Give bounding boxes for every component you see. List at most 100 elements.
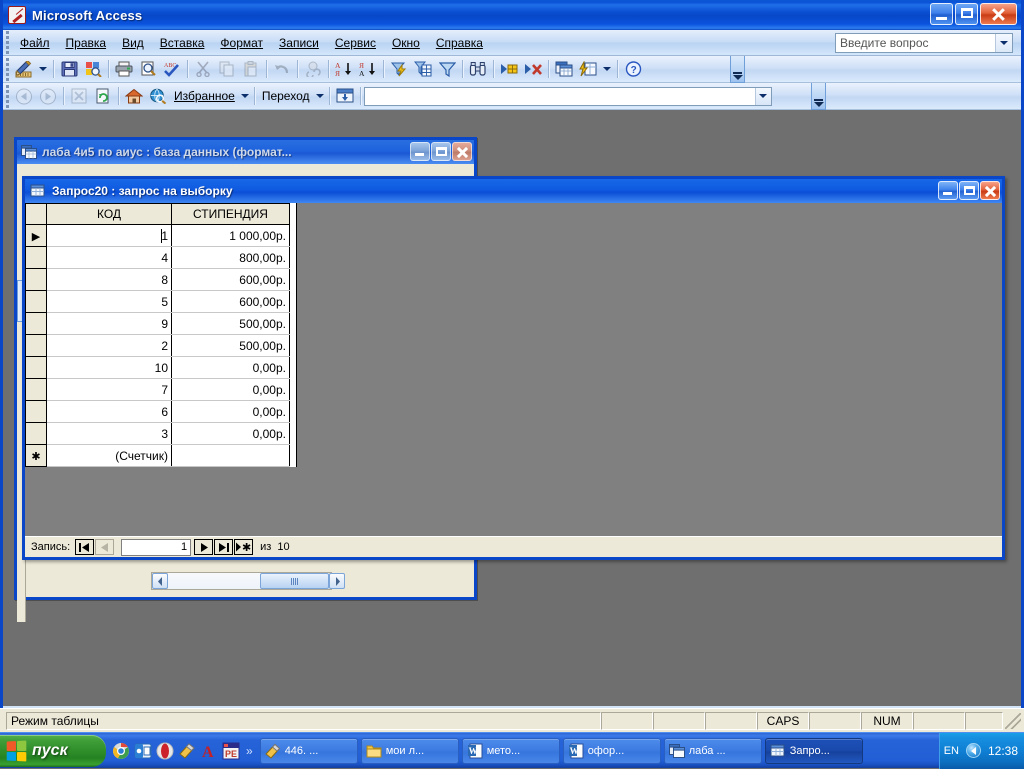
table-row[interactable]: 9 500,00р. [26, 313, 290, 335]
database-close-icon[interactable] [452, 142, 472, 161]
application-titlebar[interactable]: Microsoft Access [3, 0, 1021, 30]
quicklaunch-more-icon[interactable]: » [246, 744, 253, 758]
acrobat-icon[interactable]: A [200, 742, 218, 760]
row-selector[interactable] [26, 401, 47, 423]
scroll-right-icon[interactable] [329, 573, 345, 589]
close-icon[interactable] [980, 3, 1017, 25]
taskbar-item-database[interactable]: лаба ... [664, 738, 762, 764]
scroll-left-icon[interactable] [152, 573, 168, 589]
first-record-icon[interactable] [75, 539, 94, 555]
cell-stipendiya[interactable]: 1 000,00р. [172, 225, 290, 247]
column-header-stipendiya[interactable]: СТИПЕНДИЯ [172, 204, 290, 225]
refresh-icon[interactable] [91, 85, 115, 108]
row-selector[interactable] [26, 423, 47, 445]
toolbar-main-grip[interactable] [3, 56, 12, 82]
start-button[interactable]: пуск [0, 735, 106, 767]
filter-lightning-icon[interactable] [387, 58, 411, 81]
taskbar-item-winamp[interactable]: 446. ... [260, 738, 358, 764]
magnifier-page-icon[interactable] [136, 58, 160, 81]
view-dropdown-chevron-down-icon[interactable] [36, 58, 50, 81]
cell-stipendiya[interactable]: 800,00р. [172, 247, 290, 269]
database-restore-icon[interactable] [431, 142, 451, 161]
database-minimize-icon[interactable] [410, 142, 430, 161]
cell-kod-new[interactable]: (Счетчик) [47, 445, 172, 467]
table-row[interactable]: 5 600,00р. [26, 291, 290, 313]
printer-icon[interactable] [112, 58, 136, 81]
query-close-icon[interactable] [980, 181, 1000, 200]
cell-stipendiya[interactable]: 0,00р. [172, 401, 290, 423]
powerpoint-icon[interactable]: PE [222, 742, 240, 760]
taskbar-item-word-1[interactable]: W мето... [462, 738, 560, 764]
table-row-new[interactable]: ✱ (Счетчик) [26, 445, 290, 467]
clock[interactable]: 12:38 [988, 744, 1018, 758]
query-window-titlebar[interactable]: Запрос20 : запрос на выборку [25, 179, 1002, 203]
show-hidden-icons-icon[interactable] [966, 743, 981, 758]
sort-descending-icon[interactable]: Я А [356, 58, 380, 81]
menu-records[interactable]: Записи [271, 33, 327, 53]
table-row[interactable]: 4 800,00р. [26, 247, 290, 269]
query-minimize-icon[interactable] [938, 181, 958, 200]
cell-kod[interactable]: 5 [47, 291, 172, 313]
outlook-icon[interactable] [134, 742, 152, 760]
database-window-titlebar[interactable]: лаба 4и5 по аиус : база данных (формат..… [17, 140, 474, 164]
cell-kod[interactable]: 7 [47, 379, 172, 401]
cell-stipendiya[interactable]: 500,00р. [172, 335, 290, 357]
menu-tools[interactable]: Сервис [327, 33, 384, 53]
new-object-chevron-down-icon[interactable] [600, 58, 614, 81]
table-row[interactable]: 10 0,00р. [26, 357, 290, 379]
cell-stipendiya[interactable]: 0,00р. [172, 423, 290, 445]
next-record-icon[interactable] [194, 539, 213, 555]
cell-stipendiya[interactable]: 600,00р. [172, 269, 290, 291]
menu-format[interactable]: Формат [212, 33, 271, 53]
ask-a-question-box[interactable]: Введите вопрос [835, 33, 1013, 53]
language-indicator[interactable]: EN [944, 745, 959, 757]
cell-kod[interactable]: 10 [47, 357, 172, 379]
current-record-input[interactable]: 1 [121, 539, 191, 556]
chevron-down-icon[interactable] [995, 34, 1012, 52]
menubar-grip[interactable] [3, 30, 12, 55]
row-selector[interactable] [26, 335, 47, 357]
cell-kod[interactable]: 3 [47, 423, 172, 445]
query-window[interactable]: Запрос20 : запрос на выборку КОД СТИП [22, 176, 1005, 560]
cell-kod[interactable]: 6 [47, 401, 172, 423]
address-chevron-down-icon[interactable] [755, 88, 771, 105]
delete-record-icon[interactable] [521, 58, 545, 81]
address-input[interactable] [364, 87, 772, 106]
filter-form-icon[interactable] [411, 58, 435, 81]
table-row[interactable]: 8 600,00р. [26, 269, 290, 291]
globe-search-icon[interactable] [146, 85, 170, 108]
taskbar-item-folder[interactable]: мои л... [361, 738, 459, 764]
menu-insert[interactable]: Вставка [152, 33, 213, 53]
table-row[interactable]: 2 500,00р. [26, 335, 290, 357]
goto-button[interactable]: Переход [258, 89, 314, 103]
cell-stipendiya[interactable]: 600,00р. [172, 291, 290, 313]
start-page-icon[interactable] [333, 85, 357, 108]
favorites-chevron-down-icon[interactable] [239, 85, 251, 108]
database-horizontal-scrollbar[interactable] [151, 572, 332, 590]
database-window-icon[interactable] [552, 58, 576, 81]
toolbar-web-grip[interactable] [3, 83, 12, 109]
taskbar-item-query[interactable]: Запро... [765, 738, 863, 764]
home-icon[interactable] [122, 85, 146, 108]
menu-view[interactable]: Вид [114, 33, 152, 53]
toolbar-options-icon[interactable] [730, 56, 745, 83]
goto-chevron-down-icon[interactable] [314, 85, 326, 108]
floppy-disk-icon[interactable] [57, 58, 81, 81]
cell-stipendiya-new[interactable] [172, 445, 290, 467]
row-selector[interactable] [26, 269, 47, 291]
query-restore-icon[interactable] [959, 181, 979, 200]
table-row[interactable]: ▶ 1 1 000,00р. [26, 225, 290, 247]
winamp-icon[interactable] [178, 742, 196, 760]
menu-file[interactable]: Файл [12, 33, 58, 53]
row-selector[interactable] [26, 247, 47, 269]
ruler-pencil-icon[interactable] [12, 58, 36, 81]
cell-stipendiya[interactable]: 500,00р. [172, 313, 290, 335]
minimize-icon[interactable] [930, 3, 953, 25]
sort-ascending-icon[interactable]: А Я [332, 58, 356, 81]
cell-kod[interactable]: 4 [47, 247, 172, 269]
previous-record-icon[interactable] [95, 539, 114, 555]
abc-check-icon[interactable]: ABC [160, 58, 184, 81]
binoculars-icon[interactable] [466, 58, 490, 81]
question-help-icon[interactable]: ? [621, 58, 645, 81]
row-selector[interactable] [26, 291, 47, 313]
